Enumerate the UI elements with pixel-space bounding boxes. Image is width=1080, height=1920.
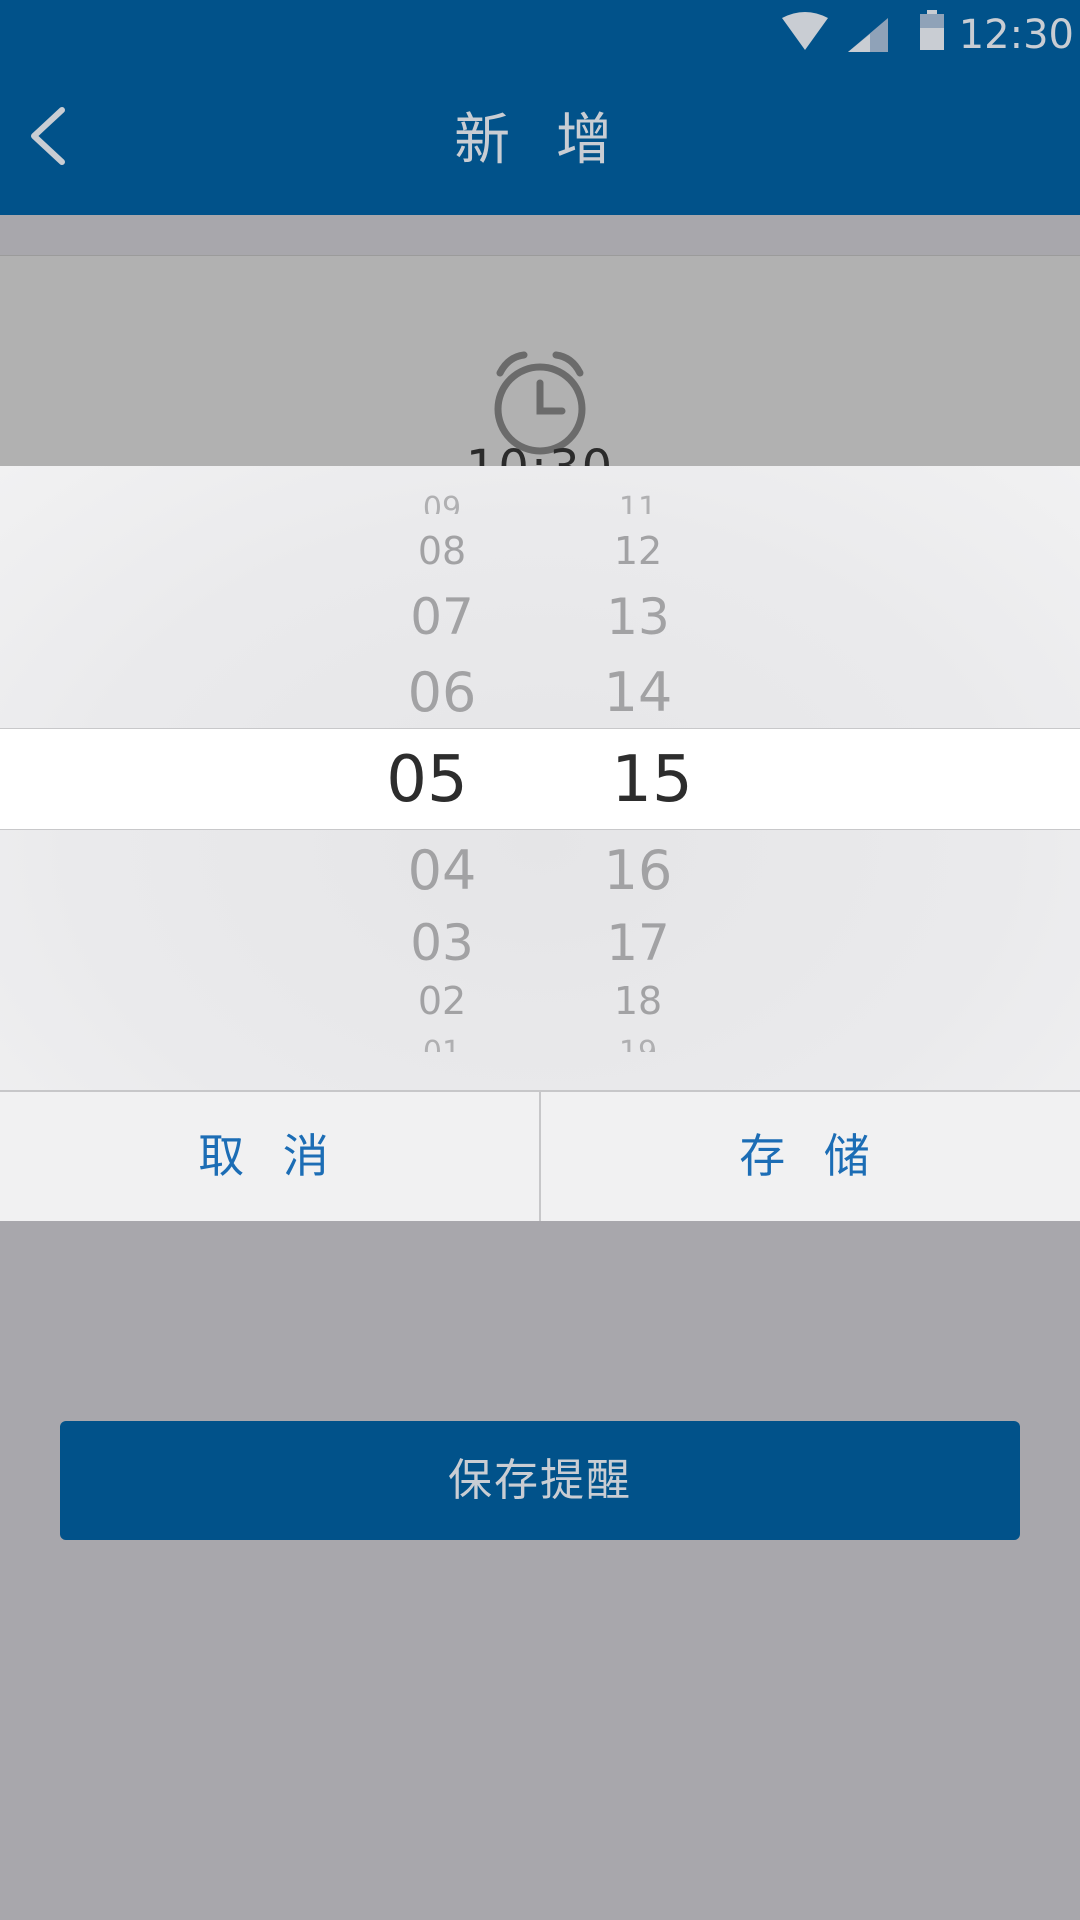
hour-option: 06 [407, 661, 477, 724]
minute-option: 11 [618, 494, 658, 514]
status-time: 12:30 [958, 12, 1074, 58]
hour-option: 07 [410, 588, 474, 646]
minute-option: 14 [603, 661, 673, 724]
battery-icon [920, 10, 944, 50]
hour-option: 04 [407, 839, 477, 902]
app-bar: 12:30 新 增 [0, 0, 1080, 215]
picker-actions: 取 消 存 储 [0, 1092, 1080, 1221]
time-picker-sheet: 09 08 07 06 05 04 03 02 01 11 12 13 14 1… [0, 466, 1080, 1221]
hour-option: 01 [342, 1038, 542, 1052]
minute-selected: 15 [611, 743, 693, 817]
hour-selected: 05 [386, 743, 468, 817]
status-bar: 12:30 [680, 0, 1080, 70]
minute-option: 12 [613, 529, 663, 573]
hour-wheel[interactable]: 09 08 07 06 05 04 03 02 01 [342, 466, 542, 1092]
save-button[interactable]: 存 储 [541, 1092, 1080, 1221]
hour-option: 08 [417, 529, 467, 573]
minute-wheel[interactable]: 11 12 13 14 15 16 17 18 19 [538, 466, 738, 1092]
save-reminder-button[interactable]: 保存提醒 [60, 1421, 1020, 1540]
minute-option: 19 [538, 1038, 738, 1052]
wifi-icon [782, 12, 828, 50]
signal-icon [848, 18, 888, 52]
minute-option: 17 [606, 914, 670, 972]
hour-option: 09 [422, 494, 462, 514]
minute-option: 13 [606, 588, 670, 646]
minute-option: 16 [603, 839, 673, 902]
minute-option: 18 [613, 979, 663, 1023]
hour-option: 03 [410, 914, 474, 972]
cancel-button[interactable]: 取 消 [0, 1092, 539, 1221]
hour-option: 02 [417, 979, 467, 1023]
page-title: 新 增 [454, 108, 626, 173]
